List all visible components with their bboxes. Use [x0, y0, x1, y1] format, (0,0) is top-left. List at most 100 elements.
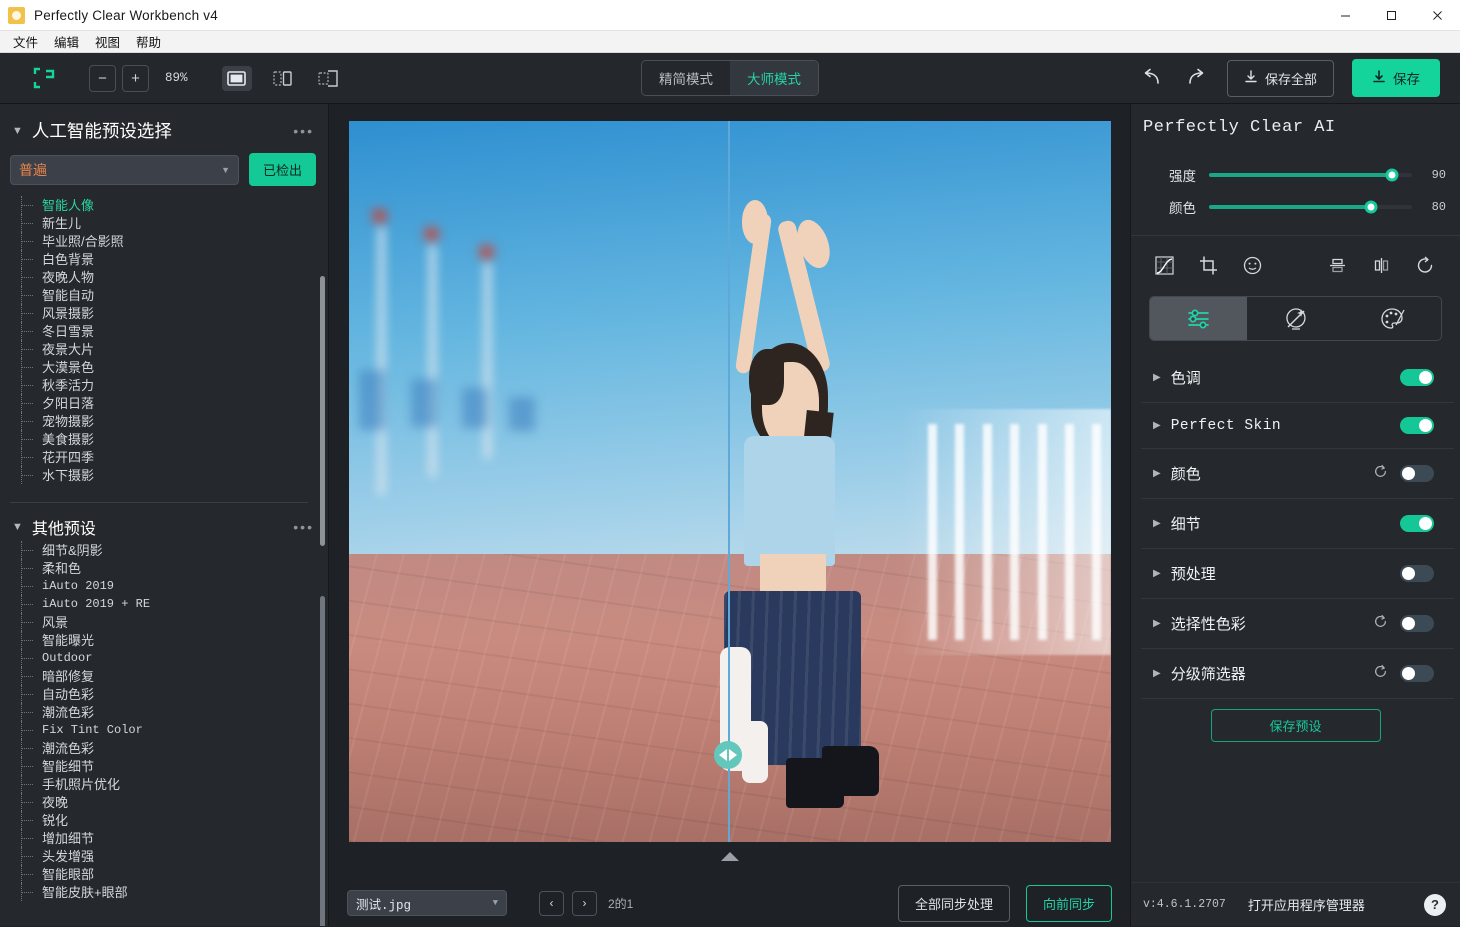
slider-strength-knob[interactable] [1385, 168, 1399, 182]
tab-color-palette[interactable] [1344, 297, 1441, 340]
save-preset-button[interactable]: 保存预设 [1210, 709, 1381, 742]
other-preset-item[interactable]: Outdoor [12, 649, 328, 667]
other-preset-item[interactable]: 头发增强 [12, 847, 328, 865]
menu-edit[interactable]: 编辑 [47, 30, 86, 53]
split-view-icon[interactable] [268, 66, 298, 91]
adjust-section-row[interactable]: ▶ Perfect Skin [1141, 403, 1454, 449]
section-toggle[interactable] [1400, 615, 1434, 632]
other-preset-item[interactable]: 暗部修复 [12, 667, 328, 685]
menu-help[interactable]: 帮助 [129, 30, 168, 53]
preset-category-select[interactable]: 普遍 ▼ [10, 154, 239, 185]
menu-view[interactable]: 视图 [88, 30, 127, 53]
section-toggle[interactable] [1400, 665, 1434, 682]
other-preset-item[interactable]: 智能眼部 [12, 865, 328, 883]
other-preset-item[interactable]: 潮流色彩 [12, 739, 328, 757]
adjust-section-row[interactable]: ▶ 预处理 [1141, 549, 1454, 599]
adjust-section-row[interactable]: ▶ 细节 [1141, 499, 1454, 549]
other-preset-more-button[interactable]: ••• [293, 519, 314, 535]
ai-preset-item[interactable]: 夜景大片 [12, 340, 328, 358]
slider-strength-track[interactable] [1209, 168, 1412, 182]
compare-view-icon[interactable] [314, 66, 344, 91]
close-button[interactable] [1414, 0, 1460, 31]
tab-master-mode[interactable]: 大师模式 [730, 61, 818, 95]
other-preset-item[interactable]: 智能细节 [12, 757, 328, 775]
other-preset-item[interactable]: iAuto 2019 [12, 577, 328, 595]
save-all-button[interactable]: 保存全部 [1226, 59, 1334, 97]
help-icon[interactable]: ? [1424, 893, 1446, 916]
ai-preset-item[interactable]: 夕阳日落 [12, 394, 328, 412]
chevron-right-icon[interactable]: ▶ [1153, 668, 1161, 679]
reset-icon[interactable] [1373, 614, 1388, 634]
collapse-filmstrip-arrow[interactable] [720, 852, 739, 861]
image-canvas[interactable] [348, 121, 1111, 842]
face-retouch-icon[interactable] [1237, 252, 1267, 278]
chevron-right-icon[interactable]: ▶ [1153, 372, 1161, 383]
rotate-icon[interactable] [1410, 252, 1440, 278]
slider-strength[interactable]: 强度 90 [1131, 159, 1460, 191]
left-scrollbar-lower[interactable] [320, 596, 325, 926]
other-preset-item[interactable]: 智能皮肤+眼部 [12, 883, 328, 901]
adjust-section-row[interactable]: ▶ 色调 [1141, 353, 1454, 403]
zoom-in-button[interactable]: + [122, 64, 149, 92]
tab-simple-mode[interactable]: 精简模式 [642, 61, 730, 95]
other-preset-item[interactable]: 细节&阴影 [12, 541, 328, 559]
split-compare-handle[interactable] [713, 741, 742, 770]
section-toggle[interactable] [1400, 369, 1434, 386]
other-preset-item[interactable]: 锐化 [12, 811, 328, 829]
crop-icon[interactable] [1193, 252, 1223, 278]
redo-icon[interactable] [1183, 65, 1209, 91]
other-preset-item[interactable]: 增加细节 [12, 829, 328, 847]
zoom-out-button[interactable]: − [89, 64, 116, 92]
ai-preset-item[interactable]: 秋季活力 [12, 376, 328, 394]
next-image-button[interactable]: › [572, 890, 597, 916]
other-preset-item[interactable]: 自动色彩 [12, 685, 328, 703]
minimize-button[interactable] [1322, 0, 1368, 31]
ai-preset-item[interactable]: 风景摄影 [12, 304, 328, 322]
other-preset-item[interactable]: 夜晚 [12, 793, 328, 811]
section-toggle[interactable] [1400, 515, 1434, 532]
ai-preset-item[interactable]: 智能自动 [12, 286, 328, 304]
chevron-right-icon[interactable]: ▶ [1153, 568, 1161, 579]
adjust-section-row[interactable]: ▶ 颜色 [1141, 449, 1454, 499]
other-preset-item[interactable]: Fix Tint Color [12, 721, 328, 739]
reset-icon[interactable] [1373, 664, 1388, 684]
other-preset-item[interactable]: 智能曝光 [12, 631, 328, 649]
section-toggle[interactable] [1400, 465, 1434, 482]
reset-icon[interactable] [1373, 464, 1388, 484]
curves-icon[interactable] [1149, 252, 1179, 278]
ai-preset-item[interactable]: 水下摄影 [12, 466, 328, 484]
menu-file[interactable]: 文件 [6, 30, 45, 53]
ai-preset-more-button[interactable]: ••• [293, 123, 314, 139]
undo-icon[interactable] [1139, 65, 1165, 91]
chevron-right-icon[interactable]: ▶ [1153, 618, 1161, 629]
slider-color[interactable]: 颜色 80 [1131, 191, 1460, 223]
slider-color-track[interactable] [1209, 200, 1412, 214]
ai-preset-item[interactable]: 宠物摄影 [12, 412, 328, 430]
maximize-button[interactable] [1368, 0, 1414, 31]
ai-preset-item[interactable]: 花开四季 [12, 448, 328, 466]
adjust-section-row[interactable]: ▶ 选择性色彩 [1141, 599, 1454, 649]
slider-color-knob[interactable] [1364, 200, 1378, 214]
other-preset-item[interactable]: 手机照片优化 [12, 775, 328, 793]
open-app-manager-link[interactable]: 打开应用程序管理器 [1248, 895, 1365, 914]
sync-all-button[interactable]: 全部同步处理 [897, 884, 1010, 922]
chevron-down-icon[interactable]: ▼ [12, 125, 23, 137]
ai-preset-item[interactable]: 大漠景色 [12, 358, 328, 376]
chevron-right-icon[interactable]: ▶ [1153, 468, 1161, 479]
other-preset-item[interactable]: iAuto 2019 + RE [12, 595, 328, 613]
ai-preset-item[interactable]: 智能人像 [12, 196, 328, 214]
ai-preset-item[interactable]: 夜晚人物 [12, 268, 328, 286]
other-preset-item[interactable]: 潮流色彩 [12, 703, 328, 721]
flip-horizontal-icon[interactable] [1366, 252, 1396, 278]
chevron-right-icon[interactable]: ▶ [1153, 518, 1161, 529]
other-preset-item[interactable]: 柔和色 [12, 559, 328, 577]
section-toggle[interactable] [1400, 565, 1434, 582]
tab-magic-wand-face[interactable] [1247, 297, 1344, 340]
chevron-down-icon[interactable]: ▼ [12, 521, 23, 533]
ai-preset-item[interactable]: 冬日雪景 [12, 322, 328, 340]
ai-preset-item[interactable]: 美食摄影 [12, 430, 328, 448]
adjust-section-row[interactable]: ▶ 分级筛选器 [1141, 649, 1454, 699]
other-preset-item[interactable]: 风景 [12, 613, 328, 631]
chevron-right-icon[interactable]: ▶ [1153, 420, 1161, 431]
sync-forward-button[interactable]: 向前同步 [1025, 884, 1112, 922]
